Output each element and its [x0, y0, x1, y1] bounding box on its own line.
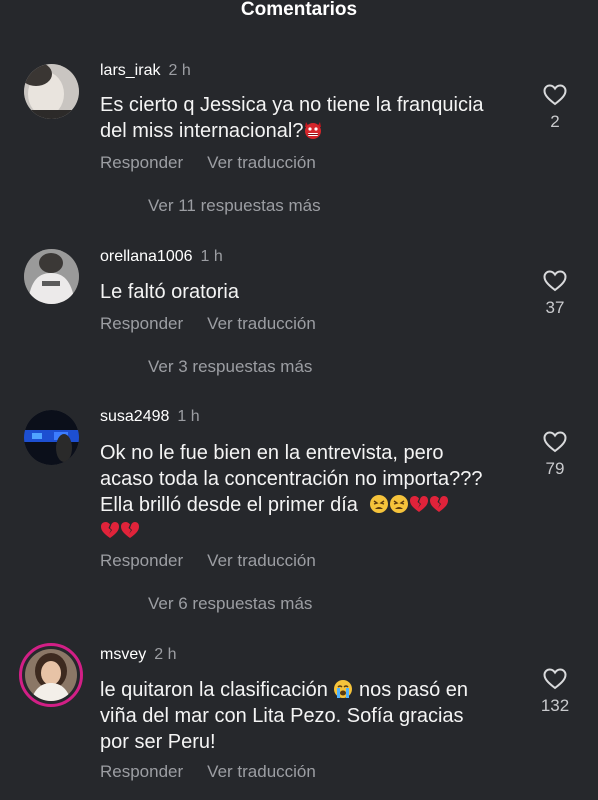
comment-text: le quitaron la clasificación nos pasó en… — [100, 677, 520, 755]
username[interactable]: orellana1006 — [100, 248, 193, 265]
tired-face-emoji — [390, 495, 409, 513]
comment-header: msvey 2 h — [100, 646, 176, 664]
timestamp: 2 h — [154, 646, 177, 663]
view-replies-button[interactable]: Ver 6 respuestas más — [148, 594, 312, 614]
comment-line: acaso toda la concentración no importa??… — [100, 468, 483, 490]
comment-line-text: nos pasó en — [359, 679, 469, 701]
comment-text: Ok no le fue bien en la entrevista, pero… — [100, 440, 520, 544]
comment-line — [100, 518, 520, 544]
comment-line: del miss internacional? — [100, 118, 520, 144]
timestamp: 1 h — [200, 248, 223, 265]
heart-outline-icon[interactable] — [543, 270, 567, 292]
broken-heart-emoji — [101, 522, 119, 538]
comment-line: por ser Peru! — [100, 731, 216, 753]
heart-outline-icon[interactable] — [543, 431, 567, 453]
crying-face-emoji — [334, 680, 353, 698]
comment-line: Es cierto q Jessica ya no tiene la franq… — [100, 94, 484, 116]
comment-line: le quitaron la clasificación nos pasó en — [100, 677, 520, 703]
translate-button[interactable]: Ver traducción — [207, 762, 316, 781]
avatar[interactable] — [24, 249, 79, 304]
translate-button[interactable]: Ver traducción — [207, 153, 316, 172]
like-count: 79 — [545, 459, 565, 478]
avatar[interactable] — [24, 410, 79, 465]
comment-actions: Responder Ver traducción — [100, 153, 316, 173]
avatar[interactable] — [19, 643, 83, 707]
like-count: 132 — [540, 696, 570, 715]
heart-outline-icon[interactable] — [543, 668, 567, 690]
tired-face-emoji — [370, 495, 389, 513]
reply-button[interactable]: Responder — [100, 762, 183, 781]
like-control: 37 — [537, 270, 573, 318]
translate-button[interactable]: Ver traducción — [207, 314, 316, 333]
heart-outline-icon[interactable] — [543, 84, 567, 106]
like-control: 2 — [537, 84, 573, 132]
reply-button[interactable]: Responder — [100, 314, 183, 333]
broken-heart-emoji — [430, 496, 449, 512]
comment-header: orellana1006 1 h — [100, 248, 223, 266]
comment-actions: Responder Ver traducción — [100, 551, 316, 571]
comment-line: viña del mar con Lita Pezo. Sofía gracia… — [100, 705, 464, 727]
comment-text: Es cierto q Jessica ya no tiene la franq… — [100, 92, 520, 144]
broken-heart-emoji — [121, 522, 139, 538]
comment-header: lars_irak 2 h — [100, 62, 191, 80]
timestamp: 2 h — [168, 62, 191, 79]
view-replies-button[interactable]: Ver 11 respuestas más — [148, 196, 321, 216]
comment-actions: Responder Ver traducción — [100, 762, 316, 782]
comment-line: Ella brilló desde el primer día — [100, 492, 520, 518]
comment-text: Le faltó oratoria — [100, 279, 520, 305]
view-replies-button[interactable]: Ver 3 respuestas más — [148, 357, 312, 377]
comment-actions: Responder Ver traducción — [100, 314, 316, 334]
username[interactable]: lars_irak — [100, 62, 160, 79]
avatar[interactable] — [24, 64, 79, 119]
comment-line-text: del miss internacional? — [100, 120, 304, 142]
username[interactable]: msvey — [100, 646, 146, 663]
comment-line-text: le quitaron la clasificación — [100, 679, 328, 701]
like-control: 79 — [537, 431, 573, 479]
broken-heart-emoji — [410, 496, 429, 512]
like-control: 132 — [537, 668, 573, 716]
like-count: 2 — [550, 112, 560, 131]
like-count: 37 — [545, 298, 565, 317]
page-title: Comentarios — [240, 0, 358, 20]
comment-line: Le faltó oratoria — [100, 281, 239, 303]
username[interactable]: susa2498 — [100, 408, 169, 425]
timestamp: 1 h — [177, 408, 200, 425]
comment-line-text: Ella brilló desde el primer día — [100, 494, 358, 516]
ogre-emoji — [305, 122, 322, 139]
reply-button[interactable]: Responder — [100, 551, 183, 570]
comment-line: Ok no le fue bien en la entrevista, pero — [100, 442, 444, 464]
reply-button[interactable]: Responder — [100, 153, 183, 172]
translate-button[interactable]: Ver traducción — [207, 551, 316, 570]
comment-header: susa2498 1 h — [100, 408, 200, 426]
